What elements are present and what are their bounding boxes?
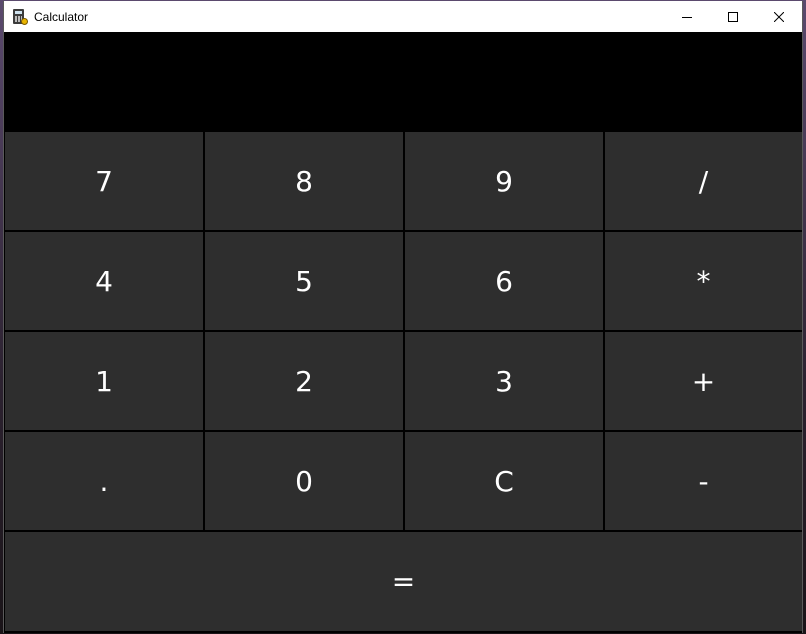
calculator-display <box>4 32 802 131</box>
key-7[interactable]: 7 <box>5 132 203 230</box>
key-3[interactable]: 3 <box>405 332 603 430</box>
key-0[interactable]: 0 <box>205 432 403 530</box>
key-6[interactable]: 6 <box>405 232 603 330</box>
caption-buttons <box>664 1 802 32</box>
calculator-icon <box>12 8 28 25</box>
key-multiply[interactable]: * <box>605 232 802 330</box>
window-title: Calculator <box>34 9 89 24</box>
keypad: 7 8 9/ 4 5 6 * 1 2 3 +. 0 C - = <box>4 131 802 633</box>
key-4[interactable]: 4 <box>5 232 203 330</box>
key-decimal[interactable]: . <box>5 432 203 530</box>
key-9[interactable]: 9 <box>405 132 603 230</box>
key-subtract[interactable]: - <box>605 432 802 530</box>
key-5[interactable]: 5 <box>205 232 403 330</box>
key-2[interactable]: 2 <box>205 332 403 430</box>
calculator-window: Calculator 7 8 9/ 4 5 6 * 1 2 3 +. 0 C - = <box>3 1 803 633</box>
key-clear[interactable]: C <box>405 432 603 530</box>
close-button[interactable] <box>756 1 802 32</box>
minimize-button[interactable] <box>664 1 710 32</box>
key-equals[interactable]: = <box>5 532 802 631</box>
key-8[interactable]: 8 <box>205 132 403 230</box>
key-1[interactable]: 1 <box>5 332 203 430</box>
close-icon <box>774 11 784 22</box>
minimize-icon <box>682 16 692 18</box>
maximize-button[interactable] <box>710 1 756 32</box>
key-divide[interactable]: / <box>605 132 802 230</box>
title-bar[interactable]: Calculator <box>4 1 802 32</box>
key-add[interactable]: + <box>605 332 802 430</box>
maximize-icon <box>728 11 738 22</box>
